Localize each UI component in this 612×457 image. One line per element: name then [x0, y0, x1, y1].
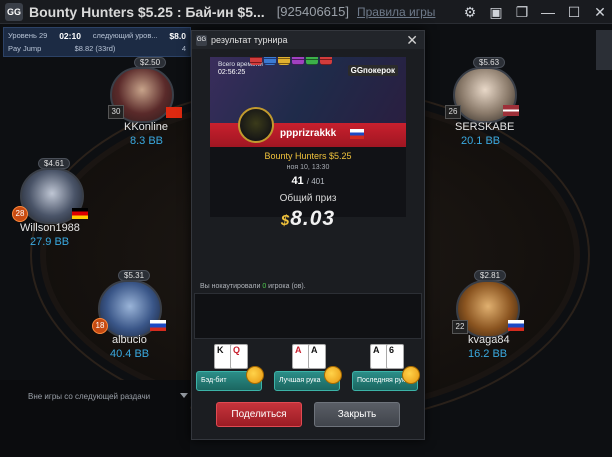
app-logo-icon: GG	[5, 2, 23, 21]
player-level-badge: 28	[12, 206, 28, 222]
tournament-name: Bounty Hunters $5.25	[264, 151, 352, 161]
close-button[interactable]: Закрыть	[314, 402, 400, 427]
table-id: [925406615]	[276, 4, 349, 19]
emoji-icon	[402, 366, 420, 384]
chevron-down-icon[interactable]	[180, 393, 188, 398]
tournament-date: ноя 10, 13:30	[286, 164, 330, 171]
dialog-title: результат турнира	[211, 35, 288, 45]
window-title: Bounty Hunters $5.25 : Бай-ин $5...	[29, 3, 265, 20]
knockout-prefix: Вы нокаутировали	[200, 283, 263, 290]
title-bar: GG Bounty Hunters $5.25 : Бай-ин $5... […	[0, 0, 612, 24]
rules-link[interactable]: Правила игры	[357, 5, 435, 19]
player-bb: 20.1 BB	[461, 135, 501, 147]
flag-ru-icon	[350, 129, 364, 139]
window-controls: ⚙ ▣ ❐ — ☐ ✕	[456, 0, 612, 24]
emoji-icon	[324, 366, 342, 384]
knockout-summary: Вы нокаутировали 0 игрока (ов).	[200, 283, 306, 290]
layout-icon[interactable]: ▣	[484, 1, 508, 23]
hand-cards: A A	[284, 344, 330, 372]
total-players: / 401	[306, 177, 325, 186]
level-timer: 02:10	[59, 31, 81, 41]
dialog-header: GG результат турнира ✕	[192, 31, 424, 49]
flag-cn-icon	[166, 107, 182, 118]
player-bb: 8.3 BB	[130, 135, 164, 147]
minimize-icon[interactable]: —	[536, 1, 560, 23]
next-level-label: следующий уров...	[92, 31, 158, 40]
card: Q	[230, 344, 248, 369]
player-level-badge: 18	[92, 318, 108, 334]
level-label: Уровень 29	[8, 31, 48, 40]
sitout-next-hand-option[interactable]: Вне игры со следующей раздачи	[28, 392, 150, 401]
gg-logo-icon: GG	[196, 34, 207, 46]
finish-place: 41 / 401	[210, 175, 406, 187]
place-value: 41	[291, 175, 304, 187]
settings-icon[interactable]: ⚙	[458, 1, 482, 23]
maximize-icon[interactable]: ☐	[562, 1, 586, 23]
knockout-list	[194, 293, 422, 339]
player-name: Willson1988	[20, 222, 80, 234]
winner-avatar	[238, 107, 274, 143]
level-info-bar: Уровень 29 02:10 следующий уров... $8.0 …	[3, 27, 191, 57]
total-time-value: 02:56:25	[218, 69, 246, 76]
prize-amount: $8.03	[192, 207, 424, 231]
last-hand-button[interactable]: A 6 Последняя рука	[352, 344, 420, 394]
bad-beat-button[interactable]: K Q Бэд-бит	[196, 344, 264, 394]
flag-de-icon	[72, 208, 88, 219]
winner-name: ppprizrakkk	[280, 128, 337, 139]
player-level-badge: 26	[445, 105, 461, 119]
player-level-badge: 30	[108, 105, 124, 119]
close-icon[interactable]: ✕	[406, 32, 418, 49]
blind-value: $8.0	[169, 31, 186, 41]
pay-right-value: 4	[181, 44, 186, 53]
multi-table-icon[interactable]: ❐	[510, 1, 534, 23]
tournament-result-dialog: GG результат турнира ✕ Всего времени 02:…	[191, 30, 425, 440]
card: 6	[386, 344, 404, 369]
player-name: KKonline	[124, 121, 169, 133]
player-name: kvaga84	[468, 334, 510, 346]
player-name: SERSKABE	[455, 121, 515, 133]
knockout-suffix: игрока (ов).	[266, 283, 306, 290]
player-level-badge: 22	[452, 320, 468, 334]
player-bb: 16.2 BB	[468, 348, 508, 360]
hand-cards: K Q	[206, 344, 252, 372]
flag-ru-icon	[150, 320, 166, 331]
best-hand-button[interactable]: A A Лучшая рука	[274, 344, 342, 394]
brand-logo: GGпокерок	[347, 65, 398, 76]
prize-label: Общий приз	[279, 193, 337, 204]
flag-ru-icon	[508, 320, 524, 331]
share-button[interactable]: Поделиться	[216, 402, 302, 427]
side-panel-tab[interactable]	[596, 30, 612, 70]
player-bb: 27.9 BB	[30, 236, 70, 248]
player-name: albucio	[112, 334, 147, 346]
prize-currency: $	[280, 212, 291, 229]
pay-jump-value: $8.82 (33rd)	[74, 44, 116, 53]
pay-jump-label: Pay Jump	[8, 44, 42, 53]
prize-value: 8.03	[290, 207, 336, 230]
flag-lv-icon	[503, 105, 519, 116]
player-bb: 40.4 BB	[110, 348, 150, 360]
close-window-icon[interactable]: ✕	[588, 1, 612, 23]
emoji-icon	[246, 366, 264, 384]
hand-cards: A 6	[362, 344, 408, 372]
card: A	[308, 344, 326, 369]
